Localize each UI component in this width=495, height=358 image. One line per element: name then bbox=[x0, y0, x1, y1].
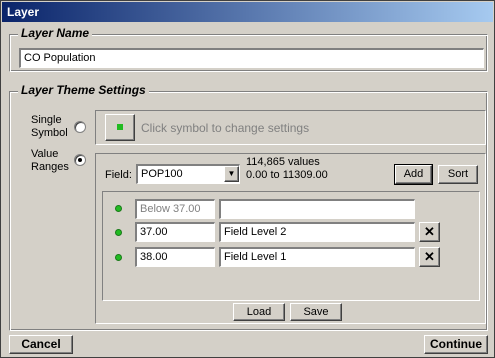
sort-button[interactable]: Sort bbox=[438, 165, 478, 184]
range-name-input[interactable]: Field Level 1 bbox=[219, 247, 415, 267]
value-ranges-radio[interactable] bbox=[74, 154, 86, 166]
single-symbol-label-line1: Single bbox=[31, 114, 62, 126]
field-select[interactable]: POP100 ▼ bbox=[136, 164, 240, 184]
continue-button[interactable]: Continue bbox=[424, 335, 488, 354]
cancel-button[interactable]: Cancel bbox=[9, 335, 73, 354]
symbol-preview-button[interactable] bbox=[105, 114, 135, 141]
single-symbol-hint: Click symbol to change settings bbox=[141, 121, 310, 135]
range-threshold-input[interactable]: 38.00 bbox=[135, 247, 215, 267]
range-symbol-icon[interactable] bbox=[115, 229, 122, 236]
remove-range-button[interactable]: ✕ bbox=[419, 247, 440, 267]
value-ranges-label-line2: Ranges bbox=[31, 161, 69, 173]
value-ranges-label-line1: Value bbox=[31, 148, 59, 160]
range-symbol-icon[interactable] bbox=[115, 254, 122, 261]
radio-selected-dot bbox=[78, 158, 82, 162]
range-name-input[interactable] bbox=[219, 199, 415, 219]
field-dropdown-button[interactable]: ▼ bbox=[224, 166, 239, 182]
close-icon: ✕ bbox=[424, 249, 435, 264]
field-select-value: POP100 bbox=[141, 168, 183, 180]
range-name-input[interactable]: Field Level 2 bbox=[219, 222, 415, 242]
square-symbol-icon bbox=[117, 124, 123, 130]
field-label: Field: bbox=[105, 169, 132, 181]
layer-name-input[interactable]: CO Population bbox=[19, 48, 484, 68]
theme-settings-group-title: Layer Theme Settings bbox=[18, 83, 149, 97]
load-button[interactable]: Load bbox=[233, 303, 285, 321]
close-icon: ✕ bbox=[424, 224, 435, 239]
range-threshold-input[interactable]: 37.00 bbox=[135, 222, 215, 242]
value-count: 114,865 values bbox=[246, 156, 320, 168]
single-symbol-radio[interactable] bbox=[74, 121, 86, 133]
layer-dialog: Layer Layer Name CO Population Layer The… bbox=[0, 0, 495, 358]
range-symbol-icon[interactable] bbox=[115, 205, 122, 212]
layer-name-group-title: Layer Name bbox=[18, 26, 93, 40]
window-title: Layer bbox=[2, 2, 493, 22]
range-threshold-input: Below 37.00 bbox=[135, 199, 215, 219]
add-button[interactable]: Add bbox=[394, 164, 433, 185]
single-symbol-label-line2: Symbol bbox=[31, 127, 68, 139]
remove-range-button[interactable]: ✕ bbox=[419, 222, 440, 242]
save-button[interactable]: Save bbox=[290, 303, 342, 321]
value-range: 0.00 to 11309.00 bbox=[246, 169, 328, 181]
chevron-down-icon: ▼ bbox=[227, 169, 236, 178]
